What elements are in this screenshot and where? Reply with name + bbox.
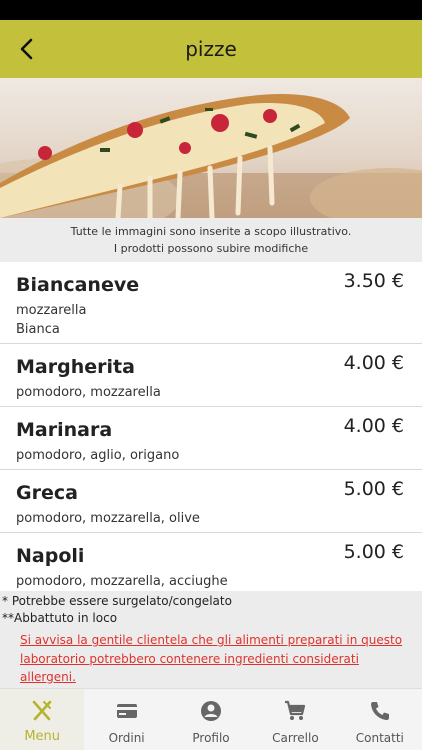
user-circle-icon (199, 699, 223, 723)
pizza-image (0, 94, 422, 218)
menu-item[interactable]: Greca 5.00 € pomodoro, mozzarella, olive (0, 470, 422, 533)
status-bar (0, 0, 422, 20)
allergen-line-2: laboratorio potrebbero contenere ingredi… (20, 651, 359, 666)
tab-label: Contatti (355, 731, 404, 745)
allergen-line-1: Si avvisa la gentile clientela che gli a… (20, 633, 403, 647)
item-description: pomodoro, mozzarella (16, 385, 161, 400)
cart-icon (283, 699, 307, 723)
tab-contatti[interactable]: Contatti (338, 689, 422, 750)
back-button[interactable] (12, 35, 40, 63)
item-price: 4.00 € (343, 415, 404, 437)
item-name: Biancaneve (16, 274, 140, 296)
menu-list: Biancaneve 3.50 € mozzarella Bianca Marg… (0, 262, 422, 591)
fork-knife-icon (30, 699, 54, 723)
notes-section: * Potrebbe essere surgelato/congelato **… (0, 591, 422, 689)
tab-label: Profilo (192, 731, 230, 745)
tab-label: Carrello (272, 731, 319, 745)
allergen-line-3: allergeni. (20, 670, 76, 684)
frozen-note: * Potrebbe essere surgelato/congelato (2, 594, 232, 608)
item-name: Greca (16, 482, 78, 504)
blast-chilled-note: **Abbattuto in loco (2, 611, 118, 625)
menu-item[interactable]: Napoli 5.00 € pomodoro, mozzarella, acci… (0, 533, 422, 591)
tab-profilo[interactable]: Profilo (169, 689, 253, 750)
disclaimer-line-1: Tutte le immagini sono inserite a scopo … (70, 225, 352, 238)
item-description-2: Bianca (16, 322, 60, 337)
category-image (0, 78, 422, 218)
menu-item[interactable]: Margherita 4.00 € pomodoro, mozzarella (0, 344, 422, 407)
item-name: Napoli (16, 545, 85, 567)
tab-label: Ordini (108, 731, 145, 745)
chevron-left-icon (20, 38, 33, 60)
item-description: pomodoro, mozzarella, acciughe (16, 574, 228, 589)
phone-icon (368, 699, 392, 723)
item-description: mozzarella (16, 303, 87, 318)
tab-ordini[interactable]: Ordini (84, 689, 168, 750)
tab-carrello[interactable]: Carrello (253, 689, 337, 750)
tab-label: Menu (24, 729, 61, 744)
item-price: 5.00 € (343, 541, 404, 563)
item-name: Marinara (16, 419, 113, 441)
allergen-warning: Si avvisa la gentile clientela che gli a… (0, 627, 422, 687)
item-price: 5.00 € (343, 478, 404, 500)
bottom-tab-bar: Menu Ordini Profilo Carrello Contatti (0, 688, 422, 750)
tab-menu[interactable]: Menu (0, 689, 85, 750)
menu-item[interactable]: Marinara 4.00 € pomodoro, aglio, origano (0, 407, 422, 470)
item-description: pomodoro, aglio, origano (16, 448, 180, 463)
credit-card-icon (115, 699, 139, 723)
disclaimer-line-2: I prodotti possono subire modifiche (113, 242, 309, 255)
item-description: pomodoro, mozzarella, olive (16, 511, 200, 526)
item-name: Margherita (16, 356, 135, 378)
item-price: 4.00 € (343, 352, 404, 374)
menu-item[interactable]: Biancaneve 3.50 € mozzarella Bianca (0, 262, 422, 344)
image-disclaimer: Tutte le immagini sono inserite a scopo … (0, 218, 422, 262)
app-screen: pizze Tutte le immagini sono inserite a … (0, 0, 422, 750)
page-title: pizze (185, 37, 237, 61)
app-header: pizze (0, 20, 422, 78)
item-price: 3.50 € (343, 270, 404, 292)
